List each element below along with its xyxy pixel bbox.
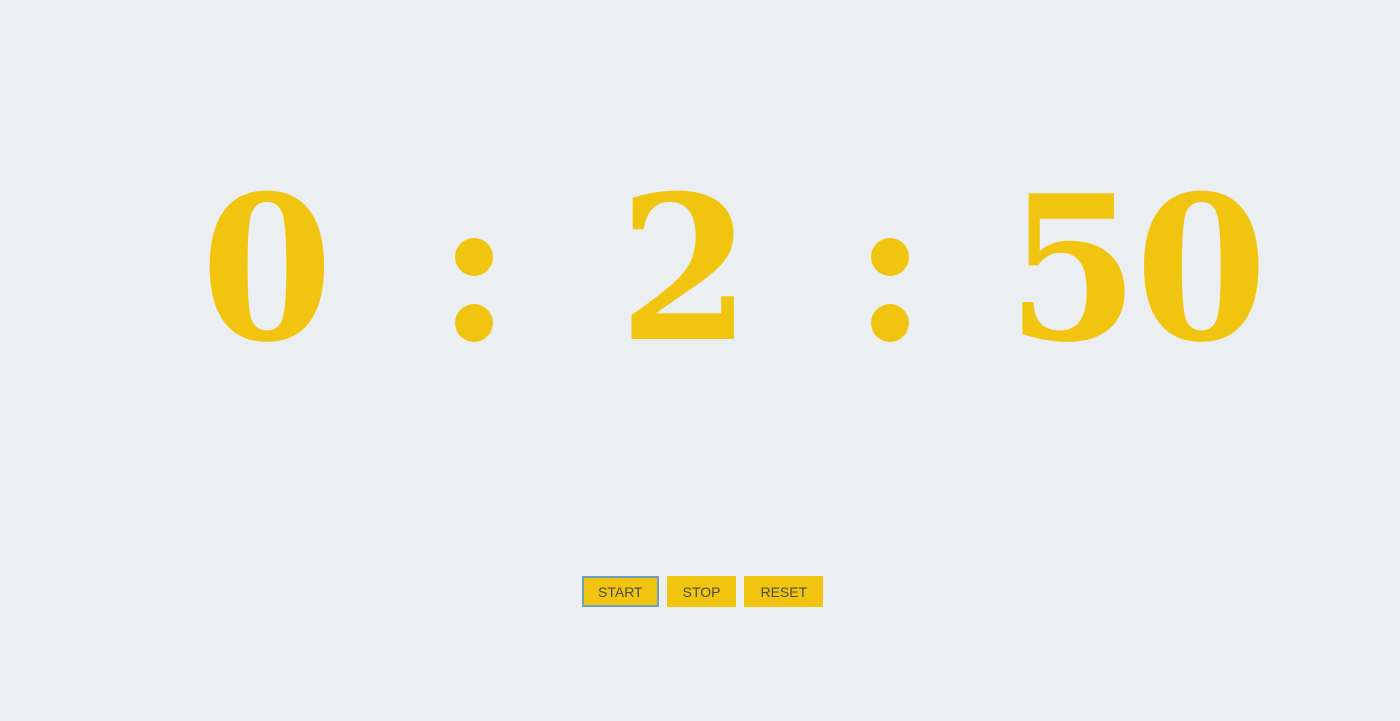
reset-button[interactable]: RESET: [744, 576, 824, 607]
stopwatch-page: 0 2 50 START STOP RESET: [0, 0, 1400, 721]
seconds-value: 50: [1006, 152, 1268, 387]
colon-dot-icon: [455, 238, 493, 276]
timer-display: 0 2 50: [0, 160, 1400, 380]
minutes-value: 2: [618, 152, 751, 387]
colon-dot-icon: [455, 304, 493, 342]
start-button[interactable]: START: [582, 576, 659, 607]
hours-value: 0: [200, 152, 333, 387]
timer-controls: START STOP RESET: [582, 576, 824, 607]
colon-dot-icon: [871, 304, 909, 342]
stop-button[interactable]: STOP: [666, 576, 737, 607]
colon-dot-icon: [871, 238, 909, 276]
separator-colon-1: [455, 238, 493, 342]
separator-colon-2: [871, 238, 909, 342]
